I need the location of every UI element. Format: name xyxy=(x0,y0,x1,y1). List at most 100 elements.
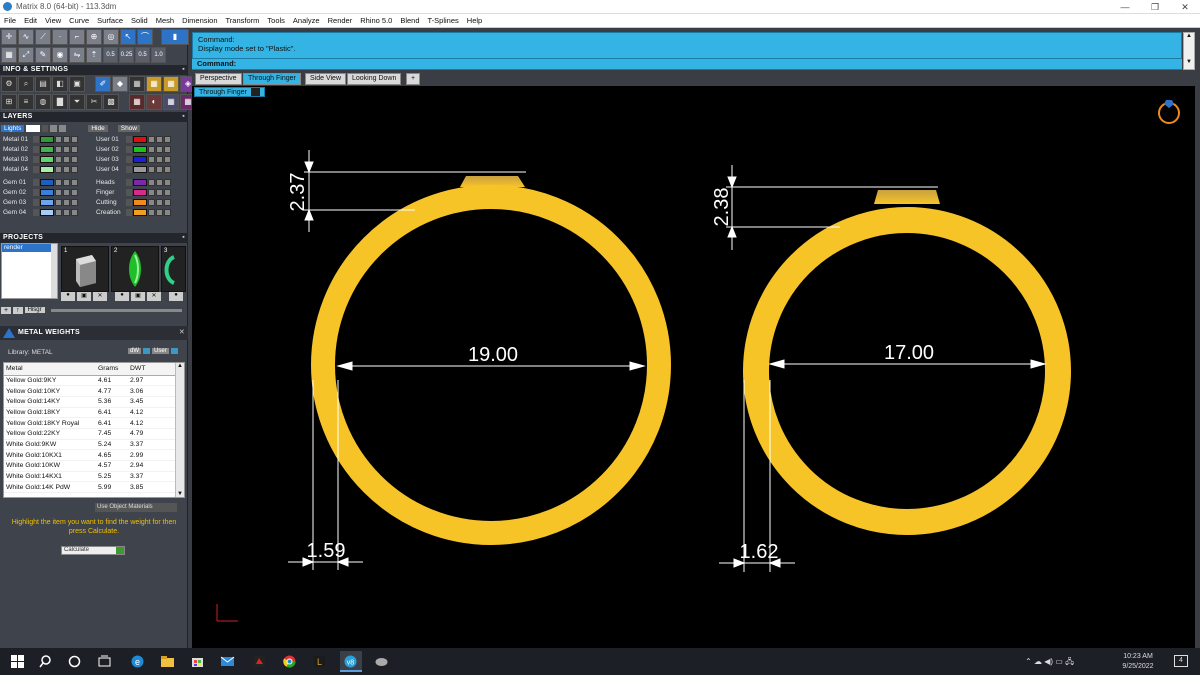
lights-eye-icon[interactable] xyxy=(50,125,58,132)
menu-render[interactable]: Render xyxy=(324,16,357,25)
up-project-button[interactable]: ↑ xyxy=(13,306,23,314)
corner-tool-icon[interactable]: ⌐ xyxy=(69,29,85,45)
layer-row[interactable]: User 03 xyxy=(94,155,171,164)
layer-color-swatch[interactable] xyxy=(133,156,147,163)
layer-eye-icon[interactable] xyxy=(55,146,62,153)
command-scrollbar[interactable]: ▲ ▼ xyxy=(1183,32,1195,70)
table-row[interactable]: Yellow Gold:10KY 4.77 3.06 xyxy=(4,385,184,397)
layer-eye-icon[interactable] xyxy=(55,156,62,163)
menu-transform[interactable]: Transform xyxy=(222,16,264,25)
layer-color-swatch[interactable] xyxy=(40,199,54,206)
expand-tool-icon[interactable]: ⤢ xyxy=(18,47,34,63)
scroll-up-icon[interactable]: ▲ xyxy=(1184,33,1194,39)
layer-color-swatch[interactable] xyxy=(40,136,54,143)
layer-row[interactable]: Heads xyxy=(94,178,171,187)
layer-row[interactable]: User 01 xyxy=(94,135,171,144)
matrix-app-icon[interactable]: v8 xyxy=(343,654,358,669)
col-metal[interactable]: Metal xyxy=(4,363,96,376)
layer-select-icon[interactable] xyxy=(71,146,78,153)
arrow-tool-icon[interactable]: ↖ xyxy=(120,29,136,45)
layer-row[interactable]: Gem 03 xyxy=(1,198,78,207)
layer-eye-icon[interactable] xyxy=(55,209,62,216)
menu-help[interactable]: Help xyxy=(463,16,486,25)
tile-icon[interactable]: ▩ xyxy=(103,94,119,110)
save-icon[interactable]: ▣ xyxy=(131,292,145,301)
layer-lock-icon[interactable] xyxy=(63,156,70,163)
layer-eye-icon[interactable] xyxy=(55,136,62,143)
curve-tool-icon[interactable]: ∿ xyxy=(18,29,34,45)
layer-lock-icon[interactable] xyxy=(156,146,163,153)
table-row[interactable]: Yellow Gold:9KY 4.61 2.97 xyxy=(4,375,184,387)
projects-header[interactable]: PROJECTS ▪ xyxy=(0,233,188,243)
menu-edit[interactable]: Edit xyxy=(20,16,41,25)
palette-icon[interactable]: ◐ xyxy=(146,94,162,110)
layer-color-swatch[interactable] xyxy=(133,199,147,206)
dot-icon[interactable]: ● xyxy=(61,292,75,301)
menu-rhino[interactable]: Rhino 5.0 xyxy=(356,16,396,25)
layer-eye-icon[interactable] xyxy=(148,179,155,186)
layer-select-icon[interactable] xyxy=(71,136,78,143)
project-thumb-2[interactable]: 2 xyxy=(111,246,159,292)
layer-eye-icon[interactable] xyxy=(148,136,155,143)
table-row[interactable]: White Gold:9KW 5.24 3.37 xyxy=(4,439,184,451)
scroll-up-icon[interactable]: ▲ xyxy=(176,363,184,369)
show-button[interactable]: Show xyxy=(117,125,140,132)
layer-select-icon[interactable] xyxy=(71,179,78,186)
layer-arrow-icon[interactable] xyxy=(126,199,132,206)
project-zoom-slider[interactable] xyxy=(50,308,182,312)
layers-icon[interactable]: ▤ xyxy=(35,76,51,92)
mirror-tool-icon[interactable]: ⇋ xyxy=(69,47,85,63)
layer-color-swatch[interactable] xyxy=(133,136,147,143)
layer-select-icon[interactable] xyxy=(164,199,171,206)
league-icon[interactable]: L xyxy=(312,654,327,669)
layer-row[interactable]: User 04 xyxy=(94,165,171,174)
project-thumb-3[interactable]: 3 xyxy=(161,246,186,292)
layer-eye-icon[interactable] xyxy=(148,189,155,196)
notification-center-icon[interactable]: 4 xyxy=(1174,655,1188,667)
minimize-button[interactable]: — xyxy=(1110,0,1140,14)
layer-select-icon[interactable] xyxy=(71,156,78,163)
windows-start-icon[interactable] xyxy=(10,654,25,669)
layer-arrow-icon[interactable] xyxy=(33,209,39,216)
collapse-icon[interactable]: ▪ xyxy=(182,65,185,75)
layer-arrow-icon[interactable] xyxy=(126,156,132,163)
user-toggle[interactable]: User xyxy=(152,348,169,354)
delete-icon[interactable]: ✕ xyxy=(93,292,107,301)
value-box-2[interactable]: 0.25 xyxy=(119,47,134,63)
wrench-icon[interactable]: ✂ xyxy=(86,94,102,110)
layer-lock-icon[interactable] xyxy=(63,179,70,186)
layer-row[interactable]: Finger xyxy=(94,188,171,197)
layer-color-swatch[interactable] xyxy=(40,156,54,163)
rhino-icon[interactable] xyxy=(374,654,389,669)
table-row[interactable]: Yellow Gold:18KY Royal 6.41 4.12 xyxy=(4,417,184,429)
layer-lock-icon[interactable] xyxy=(63,136,70,143)
layer-eye-icon[interactable] xyxy=(148,209,155,216)
layer-color-swatch[interactable] xyxy=(133,166,147,173)
grid-gold-icon[interactable]: ▦ xyxy=(146,76,162,92)
layer-select-icon[interactable] xyxy=(71,166,78,173)
chrome-icon[interactable] xyxy=(282,654,297,669)
layer-row[interactable]: Gem 01 xyxy=(1,178,78,187)
layer-color-swatch[interactable] xyxy=(133,189,147,196)
hide-button[interactable]: Hide xyxy=(88,125,108,132)
cube-icon[interactable]: ▇ xyxy=(52,94,68,110)
layer-row[interactable]: Metal 02 xyxy=(1,145,78,154)
layer-arrow-icon[interactable] xyxy=(126,179,132,186)
tab-side-view[interactable]: Side View xyxy=(305,73,347,85)
layer-arrow-icon[interactable] xyxy=(33,166,39,173)
value-box-4[interactable]: 1.0 xyxy=(151,47,166,63)
layer-select-icon[interactable] xyxy=(164,189,171,196)
segment-tool-icon[interactable]: ⌒ xyxy=(137,29,153,45)
menu-mesh[interactable]: Mesh xyxy=(152,16,178,25)
layer-arrow-icon[interactable] xyxy=(126,189,132,196)
render-icon[interactable]: ◧ xyxy=(52,76,68,92)
layer-lock-icon[interactable] xyxy=(156,189,163,196)
layer-lock-icon[interactable] xyxy=(63,209,70,216)
col-grams[interactable]: Grams xyxy=(96,363,128,376)
layer-eye-icon[interactable] xyxy=(148,146,155,153)
value-box-3[interactable]: 0.5 xyxy=(135,47,150,63)
layer-arrow-icon[interactable] xyxy=(33,146,39,153)
sphere-icon[interactable]: ◍ xyxy=(35,94,51,110)
layer-arrow-icon[interactable] xyxy=(33,156,39,163)
layer-row[interactable]: Gem 04 xyxy=(1,208,78,217)
